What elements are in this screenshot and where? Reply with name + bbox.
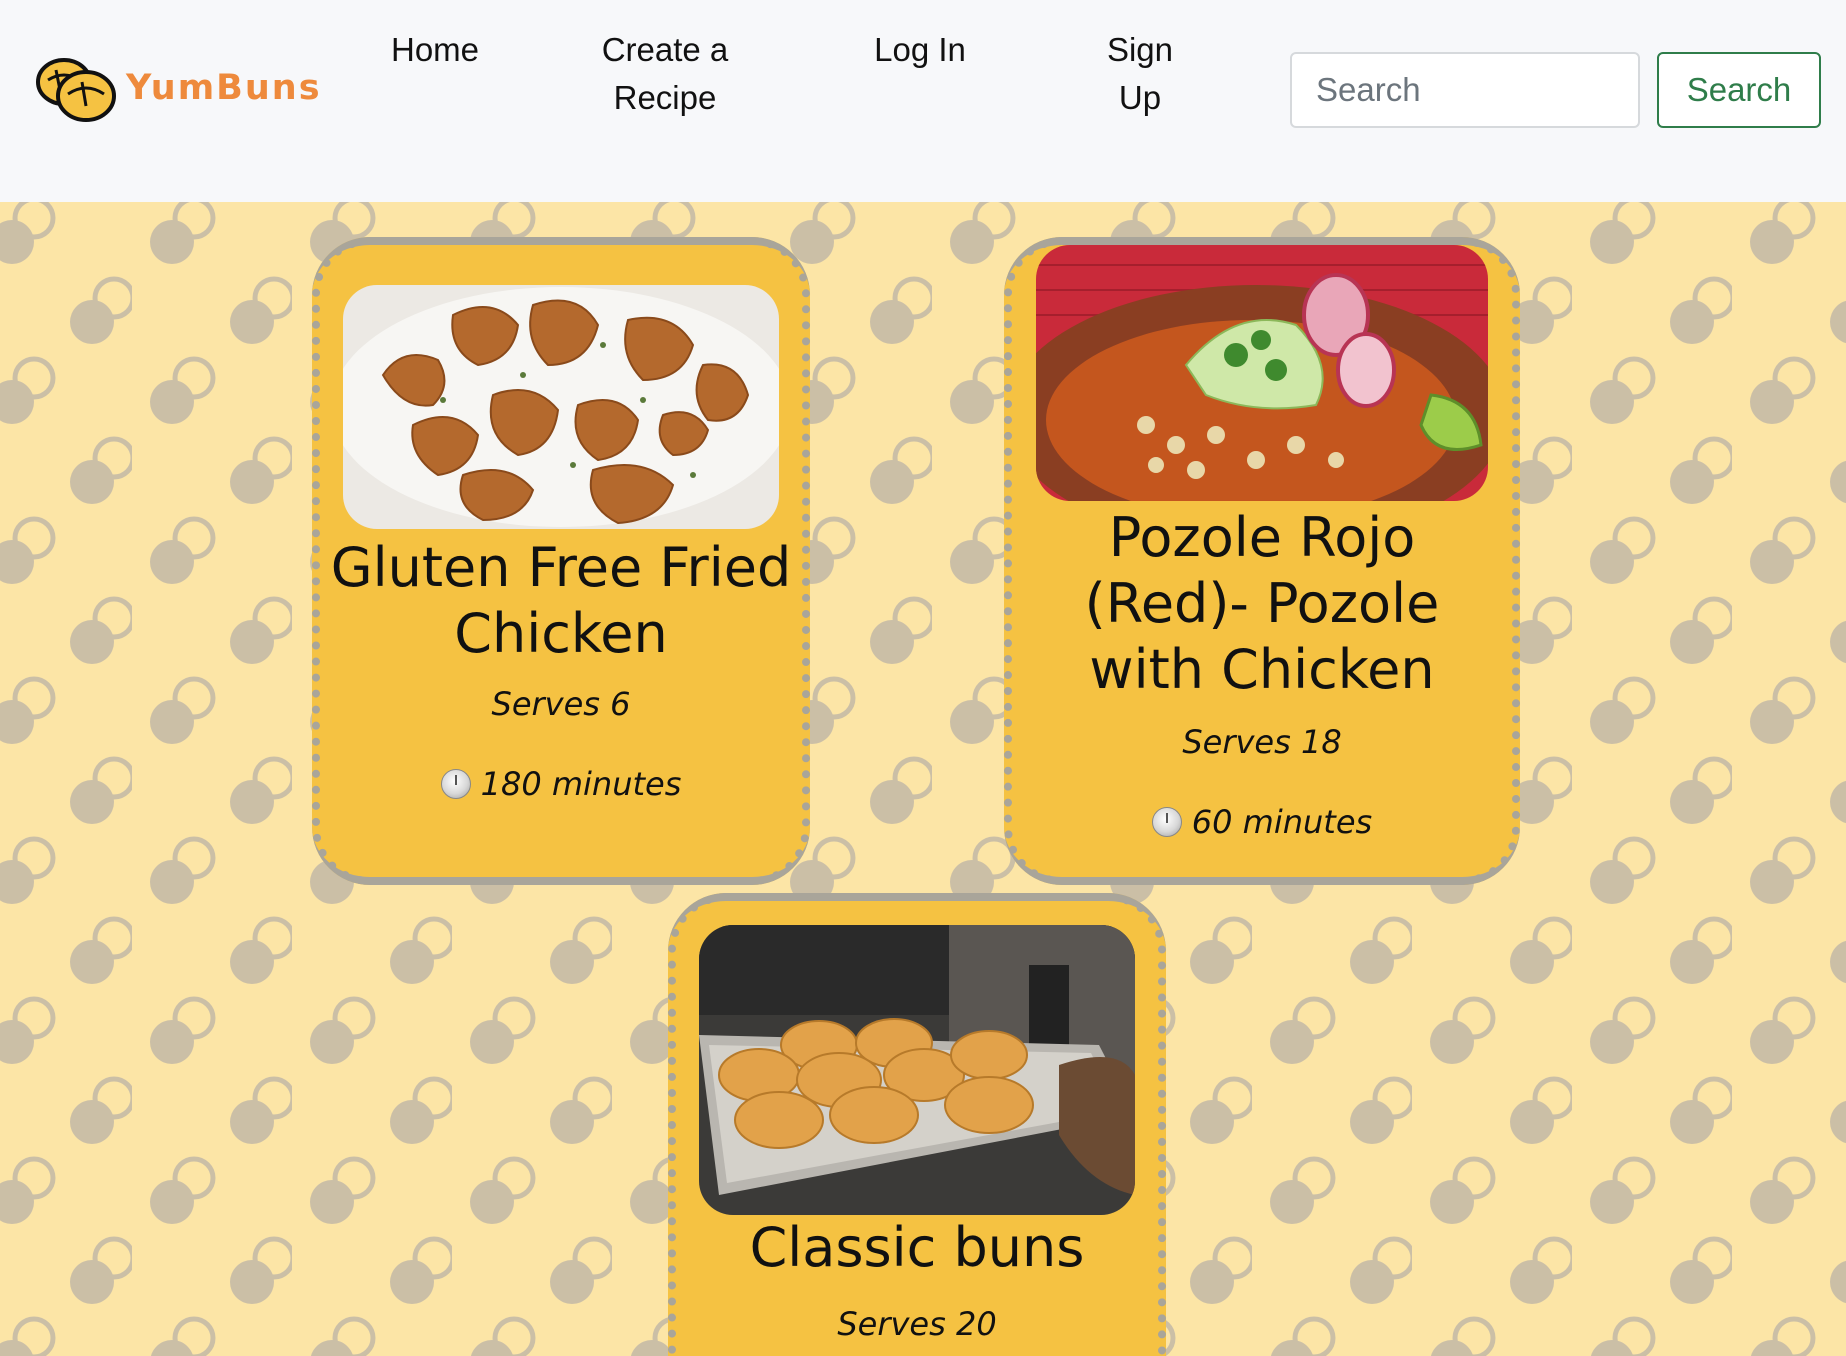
buns-logo-icon — [36, 58, 116, 122]
search-input[interactable] — [1290, 52, 1640, 128]
nav-link-create-recipe[interactable]: Create a Recipe — [570, 26, 760, 122]
recipe-list-area: Gluten Free Fried Chicken Serves 6 180 m… — [0, 202, 1846, 1356]
nav-link-home[interactable]: Home — [370, 26, 500, 74]
recipe-time-text: 180 minutes — [480, 765, 682, 803]
nav-link-sign-up[interactable]: Sign Up — [1090, 26, 1190, 122]
clock-icon — [1151, 807, 1182, 837]
brand-name: YumBuns — [126, 68, 322, 108]
recipe-serves: Serves 6 — [491, 685, 631, 723]
recipe-title[interactable]: Gluten Free Fried Chicken — [330, 535, 792, 667]
clock-icon — [440, 769, 471, 799]
recipe-time: 180 minutes — [320, 765, 802, 803]
recipe-serves: Serves 18 — [1182, 723, 1342, 761]
search-button[interactable]: Search — [1657, 52, 1821, 128]
fried-chicken-photo — [343, 285, 779, 529]
brand-link[interactable]: YumBuns — [34, 52, 322, 124]
recipe-title[interactable]: Classic buns — [686, 1215, 1148, 1281]
recipe-card[interactable]: Classic buns Serves 20 — [668, 893, 1166, 1356]
recipe-card[interactable]: Pozole Rojo (Red)- Pozole with Chicken S… — [1004, 237, 1520, 885]
navbar: YumBuns Home Create a Recipe Log In Sign… — [0, 0, 1846, 202]
pozole-bowl-photo — [1036, 245, 1488, 501]
recipe-time-text: 60 minutes — [1191, 803, 1373, 841]
recipe-time: 60 minutes — [1012, 803, 1512, 841]
buns-tray-photo — [699, 925, 1135, 1215]
recipe-serves: Serves 20 — [837, 1305, 997, 1343]
recipe-title[interactable]: Pozole Rojo (Red)- Pozole with Chicken — [1022, 505, 1502, 703]
recipe-card[interactable]: Gluten Free Fried Chicken Serves 6 180 m… — [312, 237, 810, 885]
nav-link-log-in[interactable]: Log In — [870, 26, 970, 74]
